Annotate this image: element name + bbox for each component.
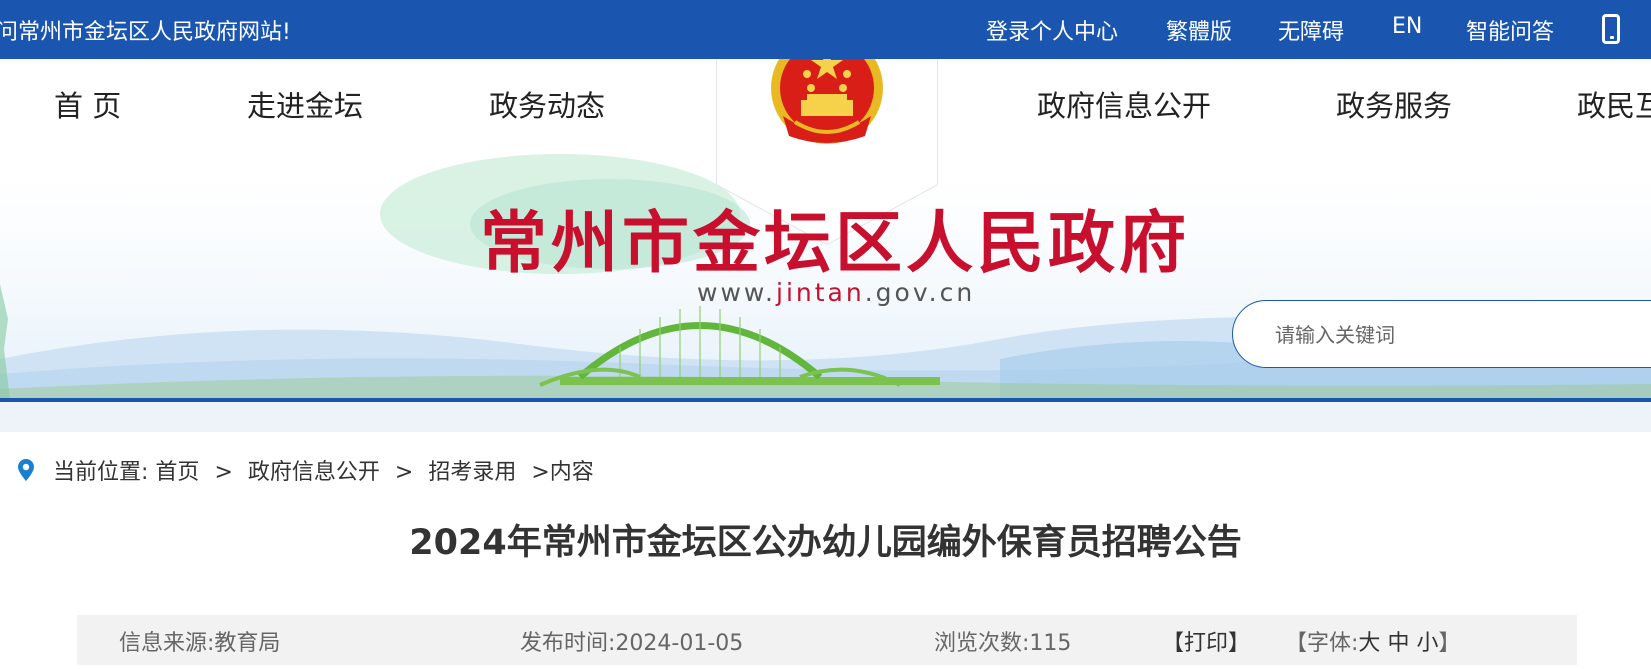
article-meta-bar: 信息来源:教育局 发布时间:2024-01-05 浏览次数:115 【打印】 【… [77,615,1577,665]
traditional-chinese-link[interactable]: 繁體版 [1166,14,1232,46]
print-button[interactable]: 【打印】 [1162,625,1250,657]
top-bar: 问常州市金坛区人民政府网站! 登录个人中心 繁體版 无障碍 EN 智能问答 [0,0,1651,59]
header-banner: 首 页 走进金坛 政务动态 政府信息公开 政务服务 政民互动 常州市金坛区人民政… [0,59,1651,399]
breadcrumb-label: 当前位置: [53,460,149,485]
nav-home[interactable]: 首 页 [54,83,121,125]
nav-info-disclosure[interactable]: 政府信息公开 [1037,83,1211,125]
nav-government-services[interactable]: 政务服务 [1336,83,1452,125]
breadcrumb-home[interactable]: 首页 [155,460,199,485]
content-gap [0,402,1651,432]
search-box [1232,300,1651,368]
nav-public-interaction[interactable]: 政民互动 [1577,83,1651,125]
info-source: 信息来源:教育局 [119,631,281,656]
font-large-button[interactable]: 大 [1358,631,1380,656]
accessibility-link[interactable]: 无障碍 [1278,14,1344,46]
site-url: www.jintan.gov.cn [697,278,975,307]
login-link[interactable]: 登录个人中心 [986,14,1118,46]
english-link[interactable]: EN [1392,14,1422,39]
font-small-button[interactable]: 小 [1416,631,1438,656]
breadcrumb-info-disclosure[interactable]: 政府信息公开 [248,460,380,485]
breadcrumb-separator: > [394,460,414,485]
site-url-accent: jintan [776,278,865,307]
national-emblem-icon[interactable] [767,59,887,150]
publish-date: 发布时间:2024-01-05 [520,631,744,656]
breadcrumb-separator: > [531,460,550,485]
article-content: 当前位置: 首页 > 政府信息公开 > 招考录用 >内容 2024年常州市金坛区… [0,432,1651,669]
breadcrumb-separator: > [214,460,233,485]
article-title: 2024年常州市金坛区公办幼儿园编外保育员招聘公告 [409,523,1242,563]
site-name: 常州市金坛区人民政府 [480,204,1190,282]
search-input[interactable] [1273,315,1651,355]
font-size-label: 【字体: [1285,631,1359,656]
font-medium-button[interactable]: 中 [1387,631,1409,656]
nav-about-jintan[interactable]: 走进金坛 [247,83,363,125]
breadcrumb-current: 内容 [549,460,594,485]
breadcrumb: 当前位置: 首页 > 政府信息公开 > 招考录用 >内容 [18,454,594,486]
breadcrumb-recruitment[interactable]: 招考录用 [428,460,516,485]
font-size-close: 】 [1438,631,1461,656]
nav-government-news[interactable]: 政务动态 [489,83,605,125]
font-size-control: 【字体:大 中 小】 [1285,625,1460,657]
view-count: 浏览次数:115 [934,631,1072,656]
top-links: 登录个人中心 繁體版 无障碍 EN 智能问答 [0,14,1651,46]
mobile-icon[interactable] [1602,14,1620,44]
location-pin-icon [18,459,34,481]
site-url-prefix: www. [697,278,776,307]
smart-qa-link[interactable]: 智能问答 [1466,14,1554,46]
site-url-suffix: .gov.cn [864,278,976,307]
